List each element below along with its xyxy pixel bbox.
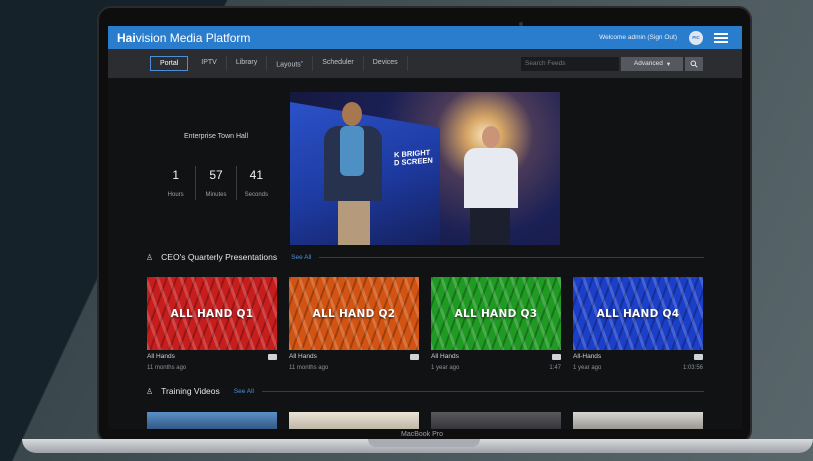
hierarchy-icon: ♙ xyxy=(146,252,154,262)
video-thumbnail[interactable] xyxy=(431,412,561,429)
nav-tabs: Portal IPTV Library Layouts● Scheduler D… xyxy=(150,55,408,72)
video-camera-icon xyxy=(410,353,419,360)
video-thumbnail[interactable]: ALL HAND Q1 xyxy=(147,277,277,350)
video-thumbnail[interactable] xyxy=(147,412,277,429)
stage-screen-text: K BRIGHT D SCREEN xyxy=(394,148,433,168)
training-video-row xyxy=(147,412,703,429)
thumbnail-title: ALL HAND Q3 xyxy=(454,307,538,320)
media-file-icon xyxy=(552,353,561,360)
hierarchy-icon: ♙ xyxy=(146,386,154,396)
minutes-value: 57 xyxy=(209,168,223,182)
video-thumbnail[interactable]: ALL HAND Q3 xyxy=(431,277,561,350)
video-category: All Hands xyxy=(431,353,459,360)
video-thumbnail[interactable] xyxy=(289,412,419,429)
section-divider xyxy=(319,256,704,258)
featured-video-player[interactable]: K BRIGHT D SCREEN xyxy=(290,92,560,245)
video-category: All Hands xyxy=(147,353,175,360)
hours-label: Hours xyxy=(167,192,184,198)
media-file-icon xyxy=(694,353,703,360)
video-thumbnail[interactable]: ALL HAND Q2 xyxy=(289,277,419,350)
countdown-minutes: 57 Minutes xyxy=(196,166,237,200)
tab-library[interactable]: Library xyxy=(227,55,268,72)
video-duration: 1:47 xyxy=(549,365,561,371)
video-thumbnail[interactable] xyxy=(573,412,703,429)
video-thumbnail[interactable]: ALL HAND Q4 xyxy=(573,277,703,350)
logo-bold: Hai xyxy=(117,30,136,45)
advanced-label: Advanced xyxy=(633,60,663,67)
logo-rest: vision Media Platform xyxy=(135,30,251,45)
section-training-videos: ♙ Training Videos See All xyxy=(146,386,704,396)
app-logo[interactable]: Haivision Media Platform xyxy=(117,31,250,45)
section-title: CEO's Quarterly Presentations xyxy=(161,252,278,262)
caret-down-icon: ▾ xyxy=(666,60,671,68)
search-icon xyxy=(690,60,698,68)
hamburger-menu-icon[interactable] xyxy=(714,32,728,43)
thumbnail-title: ALL HAND Q1 xyxy=(170,307,254,320)
video-age: 1 year ago xyxy=(431,365,460,371)
countdown-hours: 1 Hours xyxy=(156,166,197,200)
see-all-link[interactable]: See All xyxy=(234,388,254,395)
welcome-label: Welcome admin xyxy=(599,34,646,41)
tab-layouts[interactable]: Layouts● xyxy=(267,55,314,72)
tab-devices[interactable]: Devices xyxy=(364,55,408,72)
video-card[interactable]: ALL HAND Q4 All-Hands 1 year ago 1:03:56 xyxy=(573,277,703,371)
video-category: All Hands xyxy=(289,353,317,360)
thumbnail-title: ALL HAND Q2 xyxy=(312,307,396,320)
seconds-label: Seconds xyxy=(244,192,268,198)
nav-bar: Portal IPTV Library Layouts● Scheduler D… xyxy=(108,49,742,78)
search-feeds-input[interactable] xyxy=(521,56,619,71)
video-card[interactable]: ALL HAND Q3 All Hands 1 year ago 1:47 xyxy=(431,277,561,371)
video-camera-icon xyxy=(268,353,277,360)
laptop-notch xyxy=(368,439,480,447)
video-category: All-Hands xyxy=(573,353,602,360)
app-screen: Haivision Media Platform Welcome admin (… xyxy=(108,26,742,429)
video-age: 11 months ago xyxy=(289,365,329,371)
device-brand-label: MacBook Pro xyxy=(400,431,444,438)
seconds-value: 41 xyxy=(249,168,263,182)
section-ceo-presentations: ♙ CEO's Quarterly Presentations See All xyxy=(146,252,704,262)
event-title: Enterprise Town Hall xyxy=(183,133,249,140)
search-button[interactable] xyxy=(685,56,703,71)
welcome-text: Welcome admin (Sign Out) xyxy=(599,34,677,41)
avatar[interactable]: PIC xyxy=(689,30,703,45)
tab-scheduler[interactable]: Scheduler xyxy=(313,55,364,72)
app-header: Haivision Media Platform Welcome admin (… xyxy=(108,26,742,49)
thumbnail-title: ALL HAND Q4 xyxy=(596,307,680,320)
video-card[interactable]: ALL HAND Q2 All Hands 11 months ago xyxy=(289,277,419,371)
tab-iptv[interactable]: IPTV xyxy=(192,55,227,72)
countdown-timer: 1 Hours 57 Minutes 41 Seconds xyxy=(156,166,276,200)
countdown-seconds: 41 Seconds xyxy=(237,166,276,200)
hours-value: 1 xyxy=(172,168,179,182)
advanced-button[interactable]: Advanced ▾ xyxy=(621,56,683,71)
new-badge-icon: ● xyxy=(300,58,304,64)
section-divider xyxy=(262,390,704,392)
tab-portal[interactable]: Portal xyxy=(150,55,189,72)
speaker-right xyxy=(460,126,522,245)
speaker-left xyxy=(324,102,382,245)
see-all-link[interactable]: See All xyxy=(291,254,311,261)
video-card[interactable]: ALL HAND Q1 All Hands 11 months ago xyxy=(147,277,277,371)
video-age: 11 months ago xyxy=(147,365,187,371)
minutes-label: Minutes xyxy=(205,192,227,198)
tab-layouts-label: Layouts xyxy=(276,61,301,69)
section-title: Training Videos xyxy=(161,386,220,396)
video-row: ALL HAND Q1 All Hands 11 months ago ALL … xyxy=(147,277,703,371)
video-age: 1 year ago xyxy=(573,365,602,371)
sign-out-link[interactable]: (Sign Out) xyxy=(647,34,677,41)
video-duration: 1:03:56 xyxy=(682,365,703,371)
